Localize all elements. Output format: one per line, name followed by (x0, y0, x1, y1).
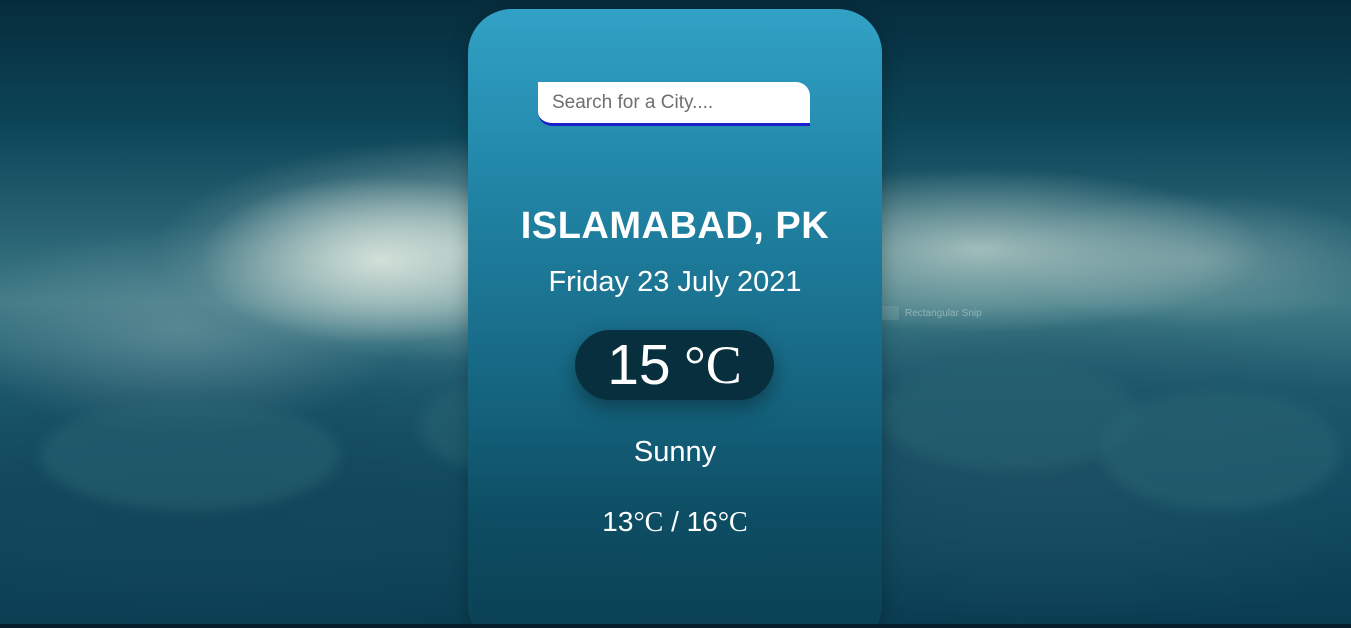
location-title: ISLAMABAD, PK (520, 205, 830, 247)
cloud-shape (1100, 390, 1340, 510)
weather-card: ISLAMABAD, PK Friday 23 July 2021 15 °C … (468, 9, 882, 628)
range-separator: / (663, 506, 687, 537)
temperature-value: 15 (607, 333, 671, 397)
low-temperature: 13 (602, 506, 634, 537)
cloud-shape (40, 400, 340, 510)
high-temperature: 16 (686, 506, 718, 537)
high-unit: °C (717, 507, 748, 538)
temperature-range: 13°C / 16°C (468, 506, 882, 539)
temperature-pill: 15 °C (575, 330, 774, 400)
weather-condition: Sunny (633, 436, 717, 468)
temperature-unit: °C (684, 335, 742, 395)
rectangular-snip-overlay: Rectangular Snip (877, 303, 982, 323)
snip-label: Rectangular Snip (905, 307, 982, 319)
bottom-edge (0, 624, 1351, 628)
current-date: Friday 23 July 2021 (548, 266, 802, 298)
low-unit: °C (633, 507, 664, 538)
city-search-input[interactable] (538, 82, 810, 126)
